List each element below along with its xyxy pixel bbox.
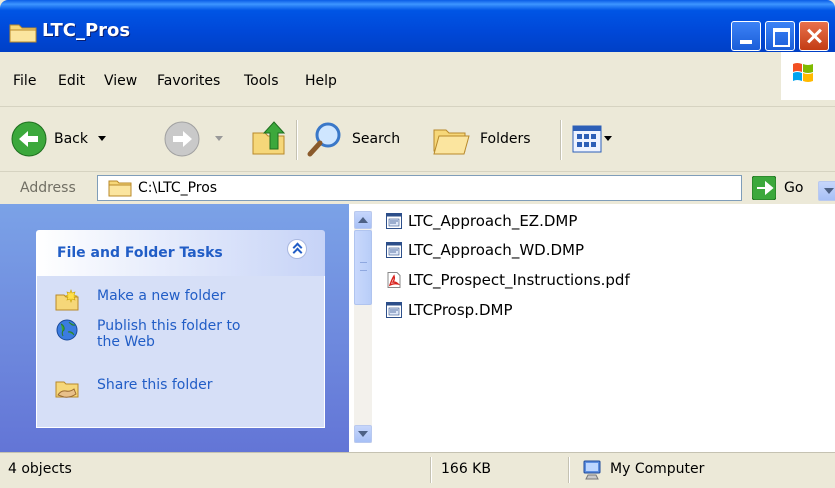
search-button[interactable]: Search	[306, 120, 400, 158]
close-button[interactable]	[799, 21, 829, 51]
go-button[interactable]: Go	[752, 176, 803, 200]
folder-icon	[9, 24, 37, 43]
file-name: LTC_Approach_WD.DMP	[408, 241, 585, 259]
file-item[interactable]: LTC_Prospect_Instructions.pdf	[386, 271, 630, 289]
forward-arrow-icon	[164, 121, 200, 157]
views-button[interactable]	[572, 124, 614, 154]
menu-bar: File Edit View Favorites Tools Help	[0, 52, 835, 107]
file-item[interactable]: LTC_Approach_WD.DMP	[386, 241, 584, 259]
globe-icon	[56, 319, 78, 341]
tasks-title: File and Folder Tasks	[57, 245, 223, 261]
menu-file[interactable]: File	[13, 73, 36, 89]
title-bar[interactable]: LTC_Pros	[0, 0, 835, 52]
forward-dropdown-icon[interactable]	[215, 135, 225, 143]
back-arrow-icon	[11, 121, 47, 157]
scroll-up-button[interactable]	[354, 211, 372, 229]
menu-help[interactable]: Help	[305, 73, 337, 89]
folders-label: Folders	[480, 131, 531, 147]
dmp-file-icon	[386, 302, 402, 318]
scroll-thumb[interactable]	[354, 230, 372, 305]
folders-icon	[433, 129, 470, 155]
file-item[interactable]: LTC_Approach_EZ.DMP	[386, 212, 577, 230]
file-list-pane: LTC_Approach_EZ.DMP LTC_Approach_WD.DMP …	[349, 204, 835, 452]
up-folder-icon	[252, 121, 286, 155]
file-item[interactable]: LTCProsp.DMP	[386, 301, 513, 319]
collapse-chevron-icon[interactable]	[287, 239, 307, 259]
minimize-button[interactable]	[731, 21, 761, 51]
search-icon	[307, 122, 341, 157]
windows-logo	[781, 52, 835, 100]
task-label: Share this folder	[97, 377, 213, 393]
status-object-count: 4 objects	[8, 461, 72, 477]
views-icon	[572, 125, 602, 153]
back-label: Back	[54, 131, 88, 147]
address-path: C:\LTC_Pros	[138, 180, 218, 196]
forward-button[interactable]	[163, 120, 225, 158]
dmp-file-icon	[386, 213, 402, 229]
task-make-new-folder[interactable]: Make a new folder	[55, 288, 225, 312]
new-folder-icon	[55, 289, 79, 311]
menu-tools[interactable]: Tools	[244, 73, 279, 89]
file-name: LTC_Prospect_Instructions.pdf	[408, 271, 630, 289]
dmp-file-icon	[386, 242, 402, 258]
views-dropdown-icon[interactable]	[604, 135, 614, 143]
status-bar: 4 objects 166 KB My Computer	[0, 452, 835, 488]
tasks-header[interactable]: File and Folder Tasks	[36, 230, 325, 276]
up-folder-button[interactable]	[250, 119, 288, 157]
task-pane: File and Folder Tasks Make a new folder	[0, 204, 349, 452]
address-bar: Address C:\LTC_Pros Go	[0, 172, 835, 204]
my-computer-icon	[583, 460, 601, 480]
window-title: LTC_Pros	[42, 20, 131, 41]
file-name: LTC_Approach_EZ.DMP	[408, 212, 578, 230]
file-folder-tasks-panel: File and Folder Tasks Make a new folder	[36, 230, 325, 428]
back-button[interactable]: Back	[10, 120, 108, 158]
task-label: Make a new folder	[97, 288, 226, 304]
status-size: 166 KB	[441, 461, 491, 477]
go-arrow-icon	[752, 176, 776, 200]
vertical-scrollbar[interactable]	[354, 211, 372, 443]
task-publish-folder[interactable]: Publish this folder to the Web	[55, 318, 255, 350]
menu-view[interactable]: View	[104, 73, 137, 89]
explorer-window: LTC_Pros File Edit View Favorites Tools …	[0, 0, 835, 488]
pdf-file-icon	[387, 272, 401, 288]
address-dropdown-button[interactable]	[818, 181, 835, 201]
file-name: LTCProsp.DMP	[408, 301, 513, 319]
windows-flag-icon	[793, 63, 813, 82]
scroll-down-button[interactable]	[354, 425, 372, 443]
folders-button[interactable]: Folders	[432, 120, 531, 158]
menu-favorites[interactable]: Favorites	[157, 73, 220, 89]
search-label: Search	[352, 131, 401, 147]
address-label: Address	[20, 180, 76, 196]
folder-icon	[108, 180, 132, 197]
menu-edit[interactable]: Edit	[58, 73, 85, 89]
status-location: My Computer	[610, 461, 705, 477]
toolbar: Back Search Folders	[0, 107, 835, 172]
back-dropdown-icon[interactable]	[98, 135, 108, 143]
go-label: Go	[784, 180, 804, 196]
maximize-button[interactable]	[765, 21, 795, 51]
tasks-body: Make a new folder Publish this folder to…	[36, 276, 325, 428]
task-label: Publish this folder to the Web	[97, 318, 241, 350]
address-field[interactable]: C:\LTC_Pros	[97, 175, 835, 201]
share-folder-icon	[55, 381, 79, 398]
task-share-folder[interactable]: Share this folder	[55, 377, 213, 401]
